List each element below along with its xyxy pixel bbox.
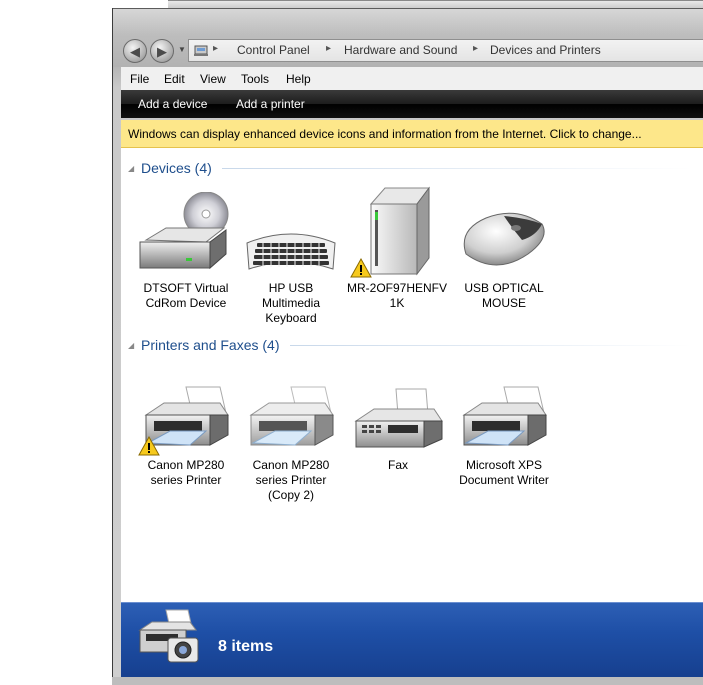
collapse-printers-icon[interactable]: ◢ xyxy=(128,341,134,350)
label-line: series Printer xyxy=(150,473,222,487)
information-bar-text[interactable]: Windows can display enhanced device icon… xyxy=(128,127,642,141)
control-panel-icon xyxy=(194,45,208,56)
group-header-devices[interactable]: Devices (4) xyxy=(141,160,212,176)
menu-file[interactable]: File xyxy=(130,72,149,86)
label-line: (Copy 2) xyxy=(267,488,314,502)
add-printer-button[interactable]: Add a printer xyxy=(236,97,305,111)
breadcrumb-separator-icon[interactable]: ▸ xyxy=(326,43,331,54)
device-label-dtsoft[interactable]: DTSOFT Virtual CdRom Device xyxy=(136,281,236,311)
warning-icon xyxy=(350,258,372,278)
label-line: CdRom Device xyxy=(145,296,227,310)
label-line: Document Writer xyxy=(459,473,549,487)
menu-view[interactable]: View xyxy=(200,72,226,86)
printer-icon[interactable] xyxy=(245,385,337,457)
printer-label-fax[interactable]: Fax xyxy=(348,458,448,473)
forward-button[interactable]: ▶ xyxy=(150,39,174,63)
breadcrumb-devices-and-printers[interactable]: Devices and Printers xyxy=(490,43,601,57)
printer-label-canon[interactable]: Canon MP280 series Printer xyxy=(136,458,236,488)
label-line: Canon MP280 xyxy=(147,458,225,472)
details-pane xyxy=(121,602,703,678)
label-line: Microsoft XPS xyxy=(465,458,543,472)
device-label-usb-mouse[interactable]: USB OPTICAL MOUSE xyxy=(454,281,554,311)
label-line: MR-2OF97HENFV xyxy=(347,281,448,295)
menu-help[interactable]: Help xyxy=(286,72,311,86)
label-line: DTSOFT Virtual xyxy=(143,281,229,295)
breadcrumb-hardware-and-sound[interactable]: Hardware and Sound xyxy=(344,43,457,57)
label-line: MOUSE xyxy=(481,296,526,310)
breadcrumb-separator-icon: ▸ xyxy=(213,43,219,54)
fax-icon[interactable] xyxy=(352,387,444,457)
warning-icon xyxy=(138,436,160,456)
printer-label-xps[interactable]: Microsoft XPS Document Writer xyxy=(454,458,554,488)
group-divider xyxy=(290,345,692,346)
back-arrow-icon: ◀ xyxy=(130,43,140,59)
menu-edit[interactable]: Edit xyxy=(164,72,185,86)
collapse-devices-icon[interactable]: ◢ xyxy=(128,164,134,173)
device-label-hp-keyboard[interactable]: HP USB Multimedia Keyboard xyxy=(241,281,341,326)
add-device-button[interactable]: Add a device xyxy=(138,97,207,111)
label-line: Canon MP280 xyxy=(252,458,330,472)
label-line: series Printer xyxy=(255,473,327,487)
keyboard-icon[interactable] xyxy=(243,225,339,275)
group-header-printers[interactable]: Printers and Faxes (4) xyxy=(141,337,280,353)
printer-label-canon-copy2[interactable]: Canon MP280 series Printer (Copy 2) xyxy=(241,458,341,503)
forward-arrow-icon: ▶ xyxy=(157,43,167,59)
printer-icon[interactable] xyxy=(458,385,550,457)
breadcrumb-separator-icon[interactable]: ▸ xyxy=(473,43,478,54)
label-line: Keyboard xyxy=(265,311,317,325)
label-line: USB OPTICAL xyxy=(464,281,544,295)
label-line: Multimedia xyxy=(261,296,321,310)
window-bottom-border xyxy=(112,677,703,685)
cdrom-drive-icon[interactable] xyxy=(136,192,236,274)
group-divider xyxy=(222,168,692,169)
label-line: 1K xyxy=(389,296,405,310)
item-count: 8 items xyxy=(218,638,274,655)
menu-tools[interactable]: Tools xyxy=(241,72,269,86)
label-line: Fax xyxy=(387,458,408,472)
device-label-computer[interactable]: MR-2OF97HENFV 1K xyxy=(347,281,447,311)
mouse-icon[interactable] xyxy=(456,210,552,278)
printer-camera-icon xyxy=(138,609,199,663)
computer-tower-icon[interactable] xyxy=(365,186,435,278)
history-dropdown-icon[interactable]: ▼ xyxy=(178,45,186,54)
command-bar xyxy=(121,90,703,118)
label-line: HP USB xyxy=(268,281,314,295)
breadcrumb-control-panel[interactable]: Control Panel xyxy=(237,43,310,57)
back-button[interactable]: ◀ xyxy=(123,39,147,63)
